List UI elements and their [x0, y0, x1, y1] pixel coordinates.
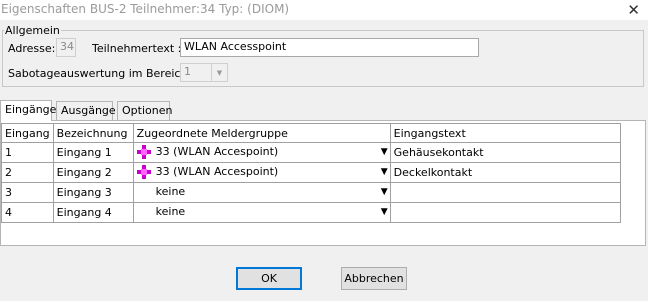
cell-input-number: 2 [1, 162, 54, 183]
cell-input-name: Eingang 3 [52, 182, 134, 203]
participant-text-field[interactable]: WLAN Accesspoint [180, 38, 479, 57]
close-icon[interactable]: ✕ [627, 1, 640, 19]
address-label: Adresse: [8, 42, 56, 55]
cell-input-number: 4 [1, 202, 54, 223]
cell-input-name: Eingang 1 [52, 142, 134, 163]
ok-button[interactable]: OK [236, 267, 302, 290]
cell-detector-group-select[interactable]: 33 (WLAN Accespoint) ▼ [132, 142, 391, 163]
column-header-eingangstext[interactable]: Eingangstext [389, 123, 621, 143]
column-header-bezeichnung[interactable]: Bezeichnung [52, 123, 134, 143]
chevron-down-icon[interactable]: ▼ [381, 148, 388, 157]
inputs-table: Eingang Bezeichnung Zugeordnete Meldergr… [1, 123, 621, 223]
detector-group-value: 33 (WLAN Accespoint) [155, 145, 279, 158]
window-title: Eigenschaften BUS-2 Teilnehmer:34 Typ: (… [1, 2, 290, 16]
cell-input-text[interactable] [389, 182, 621, 203]
tab-eingaenge[interactable]: Eingänge [0, 100, 56, 121]
cell-input-text[interactable]: Gehäusekontakt [389, 142, 621, 163]
table-row[interactable]: 3 Eingang 3 keine ▼ [1, 182, 621, 203]
column-header-eingang[interactable]: Eingang [1, 123, 54, 143]
column-header-meldergruppe[interactable]: Zugeordnete Meldergruppe [132, 123, 391, 143]
cancel-button[interactable]: Abbrechen [341, 267, 407, 290]
sabotage-area-select: 1 ▼ [180, 63, 228, 82]
detector-group-value: keine [155, 185, 186, 198]
title-bar: Eigenschaften BUS-2 Teilnehmer:34 Typ: (… [0, 0, 648, 20]
table-header-row: Eingang Bezeichnung Zugeordnete Meldergr… [1, 123, 621, 143]
table-row[interactable]: 1 Eingang 1 33 (WLAN Accespoint) ▼ Gehäuseko… [1, 142, 621, 163]
tab-optionen[interactable]: Optionen [117, 101, 172, 120]
detector-group-value: keine [155, 205, 186, 218]
chevron-down-icon[interactable]: ▼ [381, 168, 388, 177]
cell-input-text[interactable]: Deckelkontakt [389, 162, 621, 183]
participant-text-label: Teilnehmertext : [92, 42, 182, 55]
sabotage-label: Sabotageauswertung im Bereich : [8, 67, 195, 80]
chevron-down-icon[interactable]: ▼ [381, 208, 388, 217]
table-row[interactable]: 4 Eingang 4 keine ▼ [1, 202, 621, 223]
table-row[interactable]: 2 Eingang 2 33 (WLAN Accespoint) ▼ Deckelkon… [1, 162, 621, 183]
address-field: 34 [56, 38, 76, 57]
detector-group-icon [136, 145, 151, 159]
tab-panel-eingaenge: Eingang Bezeichnung Zugeordnete Meldergr… [0, 120, 646, 246]
cell-detector-group-select[interactable]: 33 (WLAN Accespoint) ▼ [132, 162, 391, 183]
detector-group-value: 33 (WLAN Accespoint) [155, 165, 279, 178]
cell-detector-group-select[interactable]: keine ▼ [132, 202, 391, 223]
tab-ausgaenge[interactable]: Ausgänge [56, 101, 116, 120]
sabotage-area-value: 1 [184, 65, 191, 78]
cell-input-number: 1 [1, 142, 54, 163]
chevron-down-icon: ▼ [211, 64, 227, 81]
cell-input-number: 3 [1, 182, 54, 203]
cell-input-text[interactable] [389, 202, 621, 223]
cell-detector-group-select[interactable]: keine ▼ [132, 182, 391, 203]
general-group-title: Allgemein [4, 24, 61, 37]
cell-input-name: Eingang 2 [52, 162, 134, 183]
detector-group-icon [136, 165, 151, 179]
chevron-down-icon[interactable]: ▼ [381, 188, 388, 197]
cell-input-name: Eingang 4 [52, 202, 134, 223]
